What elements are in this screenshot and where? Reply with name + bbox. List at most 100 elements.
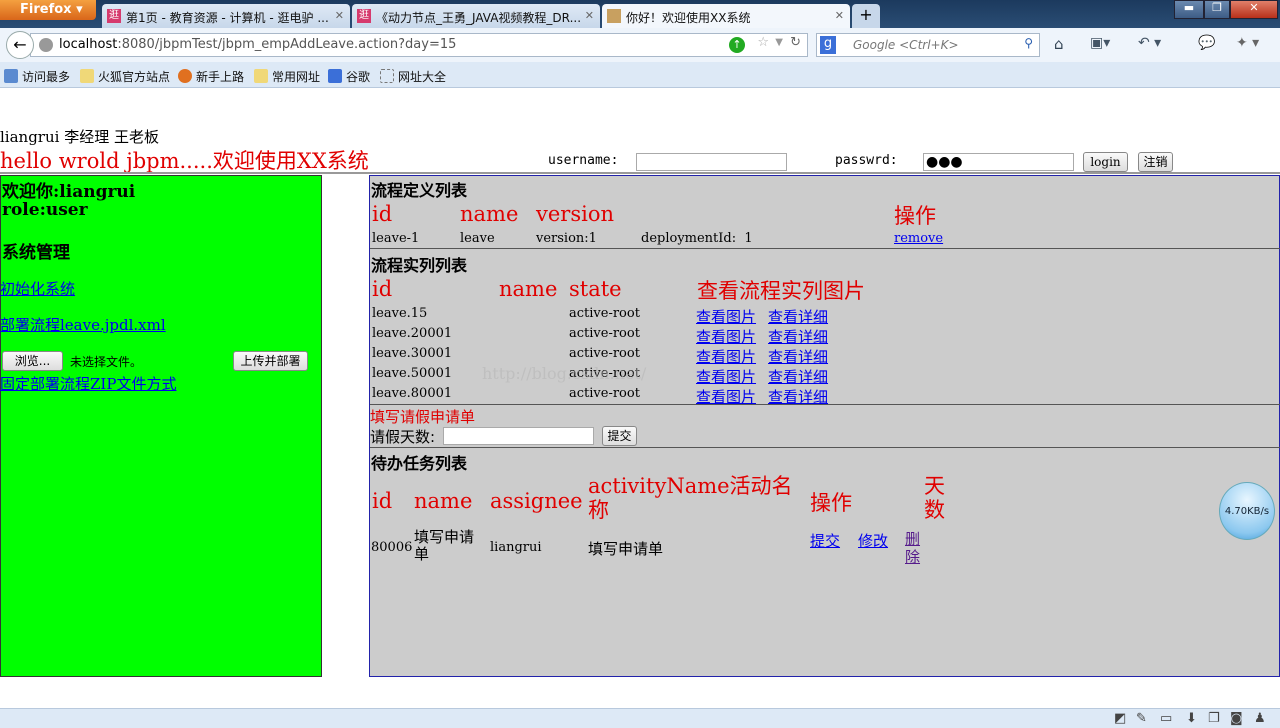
col-header: id [372, 277, 393, 301]
instance-state: active-root [569, 346, 640, 361]
new-tab-button[interactable]: + [852, 4, 880, 28]
tab-1[interactable]: 逛第1页 - 教育资源 - 计算机 - 逛电驴 ... ✕ [102, 4, 350, 28]
resize-icon[interactable]: ◩ [1114, 711, 1126, 726]
col-header: activityName活动名称 [588, 474, 793, 522]
status-bar [0, 708, 1280, 728]
download-icon[interactable]: ⬇ [1186, 711, 1197, 726]
bookmark-getting-started[interactable]: 新手上路 [178, 68, 244, 85]
col-header: id [372, 489, 393, 513]
close-tab-icon[interactable]: ✕ [585, 9, 594, 22]
back-button[interactable]: ← [6, 31, 34, 59]
instances-title: 流程实列列表 [371, 256, 468, 275]
deploy-process-link[interactable]: 部署流程leave.jpdl.xml [0, 314, 166, 335]
view-image-link[interactable]: 查看图片 [696, 366, 756, 387]
close-tab-icon[interactable]: ✕ [335, 9, 344, 22]
star-icon[interactable]: ☆ [757, 35, 769, 50]
view-detail-link[interactable]: 查看详细 [768, 366, 828, 387]
speed-badge[interactable]: 4.70KB/s [1219, 482, 1275, 540]
password-input[interactable]: ●●● [923, 153, 1074, 171]
close-window-button[interactable]: ✕ [1230, 0, 1278, 19]
submit-leave-button[interactable]: 提交 [602, 426, 637, 446]
tab-active[interactable]: 你好！欢迎使用XX系统 ✕ [602, 4, 850, 28]
task-edit-link[interactable]: 修改 [858, 530, 888, 551]
tab-2[interactable]: 逛《动力节点_王勇_JAVA视频教程_DR... ✕ [352, 4, 600, 28]
col-header: name [499, 277, 558, 301]
view-image-link[interactable]: 查看图片 [696, 306, 756, 327]
zip-deploy-link[interactable]: 固定部署流程ZIP文件方式 [0, 373, 176, 394]
search-icon [4, 69, 18, 83]
task-submit-link[interactable]: 提交 [810, 530, 840, 551]
bookmark-google[interactable]: 谷歌 [328, 68, 370, 85]
user-icon[interactable]: ♟ [1254, 711, 1266, 726]
globe-icon [39, 38, 53, 52]
def-deployment: deploymentId: 1 [641, 231, 753, 246]
view-image-link[interactable]: 查看图片 [696, 326, 756, 347]
instance-id: leave.50001 [372, 366, 453, 381]
divider [370, 404, 1280, 405]
search-input[interactable]: g Google <Ctrl+K> ⚲ [816, 33, 1040, 57]
minimize-button[interactable]: ▬ [1174, 0, 1204, 19]
bookmark-firefox-site[interactable]: 火狐官方站点 [80, 68, 170, 85]
windows-icon[interactable]: ❐ [1208, 711, 1220, 726]
task-delete-link[interactable]: 删除 [905, 530, 922, 566]
main-panel [369, 175, 1280, 677]
def-name: leave [460, 231, 495, 246]
task-id: 80006 [371, 540, 413, 555]
def-id: leave-1 [372, 231, 420, 246]
upload-deploy-button[interactable]: 上传并部署 [233, 351, 308, 371]
menu-label: Firefox [20, 2, 72, 17]
mask-icon[interactable]: ▭ [1160, 711, 1172, 726]
password-label: passwrd: [835, 153, 898, 168]
brush-icon[interactable]: ✎ [1136, 711, 1147, 726]
url-bar[interactable]: localhost:8080/jbpmTest/jbpm_empAddLeave… [30, 33, 808, 57]
bookmark-most-visited[interactable]: 访问最多 [4, 68, 70, 85]
leave-days-input[interactable] [443, 427, 594, 445]
instance-state: active-root [569, 326, 640, 341]
divider [370, 248, 1280, 249]
bookmarks-icon[interactable]: ▣▾ [1090, 35, 1110, 51]
addon-icon[interactable]: ✦ ▾ [1236, 35, 1259, 51]
firefox-icon [178, 69, 192, 83]
col-header: name [414, 489, 473, 513]
reload-icon[interactable]: ↻ [790, 35, 801, 50]
chat-icon[interactable]: 💬 [1198, 35, 1215, 51]
bookmark-site-directory[interactable]: 网址大全 [380, 68, 446, 85]
search-icon[interactable]: ⚲ [1024, 36, 1033, 50]
bookmark-label: 新手上路 [196, 70, 245, 84]
init-system-link[interactable]: 初始化系统 [0, 278, 75, 299]
page-icon [380, 69, 394, 83]
instance-id: leave.15 [372, 306, 428, 321]
home-icon[interactable]: ⌂ [1054, 35, 1064, 53]
view-detail-link[interactable]: 查看详细 [768, 326, 828, 347]
bookmark-common-sites[interactable]: 常用网址 [254, 68, 320, 85]
history-icon[interactable]: ↶ ▾ [1138, 35, 1161, 51]
remove-link[interactable]: remove [894, 231, 943, 246]
col-header: 天数 [924, 474, 945, 522]
logout-button[interactable]: 注销 [1138, 152, 1173, 172]
dropdown-icon[interactable]: ▼ [775, 37, 783, 48]
view-image-link[interactable]: 查看图片 [696, 346, 756, 367]
divider [370, 447, 1280, 448]
welcome-text: 欢迎你:liangrui [2, 182, 136, 202]
task-name: 填写申请单 [414, 528, 475, 563]
instance-state: active-root [569, 306, 640, 321]
login-button[interactable]: login [1083, 152, 1128, 172]
firefox-menu-button[interactable]: Firefox ▾ [0, 0, 96, 20]
restore-button[interactable]: ❐ [1204, 0, 1230, 19]
view-detail-link[interactable]: 查看详细 [768, 306, 828, 327]
folder-icon [80, 69, 94, 83]
tab-title: 你好！欢迎使用XX系统 [626, 11, 751, 25]
tasks-title: 待办任务列表 [371, 454, 468, 473]
col-header: state [569, 277, 622, 301]
close-tab-icon[interactable]: ✕ [835, 9, 844, 22]
def-version: version:1 [536, 231, 597, 246]
no-file-text: 未选择文件。 [70, 355, 143, 369]
camera-icon[interactable]: ◙ [1230, 711, 1243, 726]
view-detail-link[interactable]: 查看详细 [768, 346, 828, 367]
username-input[interactable] [636, 153, 787, 171]
url-path: :8080/jbpmTest/jbpm_empAddLeave.action?d… [117, 37, 457, 52]
instance-id: leave.30001 [372, 346, 453, 361]
col-header: assignee [490, 489, 583, 513]
browse-button[interactable]: 浏览... [2, 351, 63, 371]
go-icon[interactable]: ↑ [729, 37, 745, 53]
